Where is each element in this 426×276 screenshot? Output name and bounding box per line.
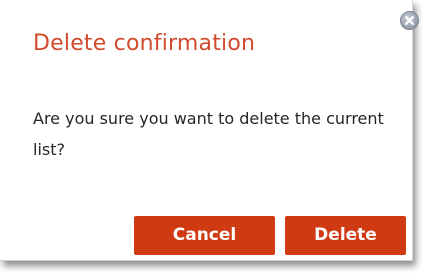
close-button[interactable] — [400, 11, 419, 30]
close-icon — [405, 16, 414, 25]
delete-confirmation-dialog: Delete confirmation Are you sure you wan… — [0, 0, 419, 261]
delete-button[interactable]: Delete — [285, 216, 406, 255]
cancel-button[interactable]: Cancel — [134, 216, 275, 255]
dialog-message: Are you sure you want to delete the curr… — [33, 109, 384, 159]
dialog-title: Delete confirmation — [33, 31, 256, 56]
